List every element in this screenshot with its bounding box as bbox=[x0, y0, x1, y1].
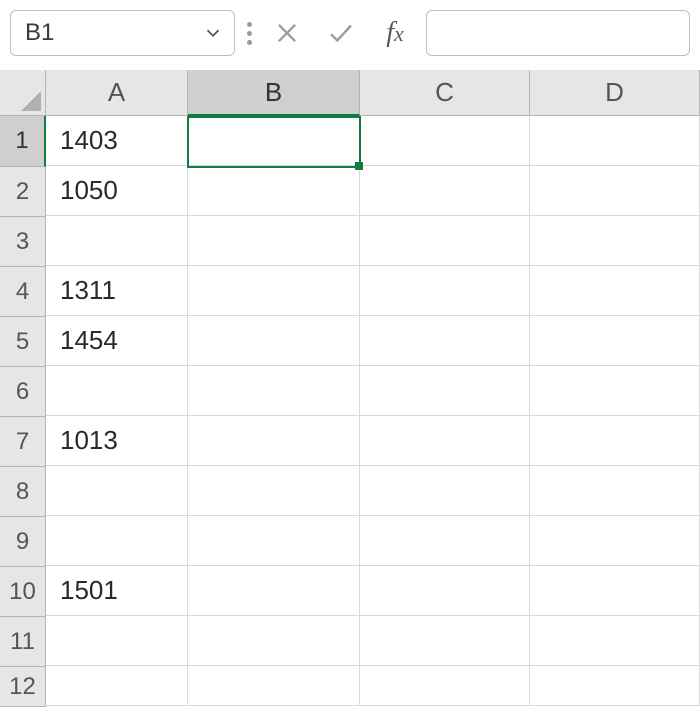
name-box-value: B1 bbox=[25, 19, 54, 47]
cell-C2[interactable] bbox=[360, 166, 530, 216]
cell-D12[interactable] bbox=[530, 666, 700, 706]
table-row bbox=[46, 366, 700, 416]
cell-A1[interactable]: 1403 bbox=[46, 116, 188, 166]
column-header-A[interactable]: A bbox=[46, 70, 188, 115]
table-row bbox=[46, 466, 700, 516]
cell-D9[interactable] bbox=[530, 516, 700, 566]
cell-B7[interactable] bbox=[188, 416, 360, 466]
cell-B10[interactable] bbox=[188, 566, 360, 616]
row-header-11[interactable]: 11 bbox=[0, 617, 45, 667]
row-header-7[interactable]: 7 bbox=[0, 417, 45, 467]
cell-D3[interactable] bbox=[530, 216, 700, 266]
cell-C8[interactable] bbox=[360, 466, 530, 516]
cell-C7[interactable] bbox=[360, 416, 530, 466]
cell-C5[interactable] bbox=[360, 316, 530, 366]
cells-area: 1403 1050 1311 1454 bbox=[46, 116, 700, 706]
column-headers: A B C D bbox=[46, 70, 700, 116]
cell-A8[interactable] bbox=[46, 466, 188, 516]
table-row: 1013 bbox=[46, 416, 700, 466]
cell-C3[interactable] bbox=[360, 216, 530, 266]
separator-dots-icon bbox=[243, 22, 256, 45]
row-header-12[interactable]: 12 bbox=[0, 667, 45, 707]
confirm-button[interactable] bbox=[318, 10, 364, 56]
fx-button[interactable]: fx bbox=[372, 10, 418, 56]
row-header-4[interactable]: 4 bbox=[0, 267, 45, 317]
table-row: 1311 bbox=[46, 266, 700, 316]
column-header-C[interactable]: C bbox=[360, 70, 530, 115]
cell-A12[interactable] bbox=[46, 666, 188, 706]
cell-D2[interactable] bbox=[530, 166, 700, 216]
cell-A4[interactable]: 1311 bbox=[46, 266, 188, 316]
cell-A5[interactable]: 1454 bbox=[46, 316, 188, 366]
formula-input[interactable] bbox=[426, 10, 690, 56]
cell-C9[interactable] bbox=[360, 516, 530, 566]
table-row: 1501 bbox=[46, 566, 700, 616]
row-header-1[interactable]: 1 bbox=[0, 116, 46, 167]
cell-A2[interactable]: 1050 bbox=[46, 166, 188, 216]
cell-C4[interactable] bbox=[360, 266, 530, 316]
table-row: 1050 bbox=[46, 166, 700, 216]
row-header-2[interactable]: 2 bbox=[0, 167, 45, 217]
select-all-corner[interactable] bbox=[0, 70, 46, 116]
cell-D5[interactable] bbox=[530, 316, 700, 366]
cell-A10[interactable]: 1501 bbox=[46, 566, 188, 616]
cell-B3[interactable] bbox=[188, 216, 360, 266]
cell-B2[interactable] bbox=[188, 166, 360, 216]
cell-A7[interactable]: 1013 bbox=[46, 416, 188, 466]
cell-D1[interactable] bbox=[530, 116, 700, 166]
cell-C12[interactable] bbox=[360, 666, 530, 706]
row-header-8[interactable]: 8 bbox=[0, 467, 45, 517]
cancel-button[interactable] bbox=[264, 10, 310, 56]
cell-D11[interactable] bbox=[530, 616, 700, 666]
cell-A6[interactable] bbox=[46, 366, 188, 416]
formula-bar: B1 fx bbox=[0, 0, 700, 70]
cell-B4[interactable] bbox=[188, 266, 360, 316]
cell-D6[interactable] bbox=[530, 366, 700, 416]
cell-C10[interactable] bbox=[360, 566, 530, 616]
column-header-D[interactable]: D bbox=[530, 70, 700, 115]
row-header-5[interactable]: 5 bbox=[0, 317, 45, 367]
cell-A11[interactable] bbox=[46, 616, 188, 666]
cell-D8[interactable] bbox=[530, 466, 700, 516]
cell-B6[interactable] bbox=[188, 366, 360, 416]
cell-B9[interactable] bbox=[188, 516, 360, 566]
cell-D4[interactable] bbox=[530, 266, 700, 316]
cell-A9[interactable] bbox=[46, 516, 188, 566]
chevron-down-icon[interactable] bbox=[202, 22, 224, 44]
cell-C11[interactable] bbox=[360, 616, 530, 666]
cell-D10[interactable] bbox=[530, 566, 700, 616]
cell-B1[interactable] bbox=[188, 116, 360, 166]
row-header-9[interactable]: 9 bbox=[0, 517, 45, 567]
table-row bbox=[46, 516, 700, 566]
cell-C6[interactable] bbox=[360, 366, 530, 416]
cell-C1[interactable] bbox=[360, 116, 530, 166]
table-row bbox=[46, 216, 700, 266]
cell-A3[interactable] bbox=[46, 216, 188, 266]
cell-D7[interactable] bbox=[530, 416, 700, 466]
row-header-10[interactable]: 10 bbox=[0, 567, 45, 617]
column-header-B[interactable]: B bbox=[188, 70, 360, 116]
cell-B11[interactable] bbox=[188, 616, 360, 666]
row-headers: 1 2 3 4 5 6 7 8 9 10 11 12 bbox=[0, 116, 46, 707]
cell-B8[interactable] bbox=[188, 466, 360, 516]
row-header-3[interactable]: 3 bbox=[0, 217, 45, 267]
table-row: 1454 bbox=[46, 316, 700, 366]
name-box[interactable]: B1 bbox=[10, 10, 235, 56]
table-row: 1403 bbox=[46, 116, 700, 166]
table-row bbox=[46, 616, 700, 666]
table-row bbox=[46, 666, 700, 706]
cell-B5[interactable] bbox=[188, 316, 360, 366]
cell-B12[interactable] bbox=[188, 666, 360, 706]
row-header-6[interactable]: 6 bbox=[0, 367, 45, 417]
